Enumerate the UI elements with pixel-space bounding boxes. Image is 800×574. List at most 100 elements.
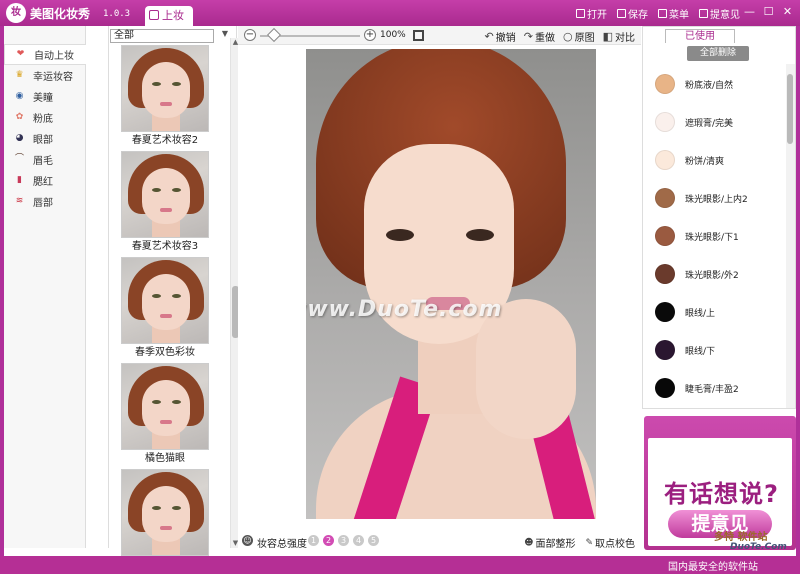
template-label: 春夏艺术妆容3 <box>131 241 199 252</box>
bottom-bar: ☺ 妆容总强度 12345 ☻ 面部整形 ✎ 取点校色 <box>238 532 641 551</box>
template-label: 春季双色彩妆 <box>135 347 195 358</box>
used-item[interactable]: 粉底液/自然 <box>643 65 783 103</box>
used-item-label: 珠光眼影/上内2 <box>685 194 748 205</box>
zoom-slider-handle[interactable] <box>266 27 282 43</box>
category-item[interactable]: ❤ 自动上妆 <box>4 44 86 65</box>
original-label: 原图 <box>574 33 595 44</box>
used-item[interactable]: 睫毛膏/丰盈2 <box>643 369 783 407</box>
crown-icon: ♛ <box>15 70 24 80</box>
color-swatch <box>655 112 675 132</box>
compare-button[interactable]: ◧ 对比 <box>603 29 635 44</box>
used-item-label: 珠光眼影/下1 <box>685 232 739 243</box>
zoom-out-button[interactable]: − <box>244 29 256 41</box>
banner-headline: 有话想说? <box>664 480 779 508</box>
intensity-level-button[interactable]: 4 <box>353 535 364 546</box>
intensity-level-button[interactable]: 5 <box>368 535 379 546</box>
intensity-label: 妆容总强度 <box>257 539 307 550</box>
menu-folder-open-button[interactable]: 打开 <box>576 6 607 21</box>
scrollbar-thumb[interactable] <box>787 74 793 144</box>
intensity-level-button[interactable]: 3 <box>338 535 349 546</box>
status-bar: 国内最安全的软件站 <box>0 556 800 574</box>
eyebrow-icon: ⌒ <box>14 154 24 164</box>
intensity-level-button[interactable]: 1 <box>308 535 319 546</box>
used-item-label: 粉饼/清爽 <box>685 156 725 167</box>
face-icon: ☺ <box>242 535 253 546</box>
original-button[interactable]: ○ 原图 <box>563 29 595 44</box>
face-shape-button[interactable]: ☻ 面部整形 <box>524 535 575 551</box>
minimize-button[interactable]: — <box>743 5 756 18</box>
menu-menu-button[interactable]: 菜单 <box>658 6 689 21</box>
category-item[interactable]: ≋ 唇部 <box>4 191 85 212</box>
view-toolbar: − + 100% ↶ 撤销 ↷ 重做 ○ 原图 ◧ 对比 <box>238 26 641 45</box>
used-item[interactable]: 粉饼/清爽 <box>643 141 783 179</box>
menu-feedback-button[interactable]: 提意见 <box>699 6 740 21</box>
top-menu: 打开 保存 菜单 提意见 <box>576 6 740 21</box>
compare-label: 对比 <box>615 33 635 44</box>
photo-eye-left <box>386 229 414 241</box>
image-view: − + 100% ↶ 撤销 ↷ 重做 ○ 原图 ◧ 对比 www.DuoTe.c… <box>238 26 641 551</box>
category-item[interactable]: ✿ 粉底 <box>4 107 85 128</box>
menu-label: 打开 <box>587 10 607 21</box>
category-label: 幸运妆容 <box>33 72 73 83</box>
eyedropper-icon: ✎ <box>585 537 593 548</box>
used-item-label: 粉底液/自然 <box>685 80 734 91</box>
lips-icon: ≋ <box>15 196 24 206</box>
tab-makeup[interactable]: 上妆 <box>145 6 193 26</box>
color-swatch <box>655 302 675 322</box>
category-label: 粉底 <box>33 114 53 125</box>
category-label: 眼部 <box>33 135 53 146</box>
template-card[interactable]: 春季双色彩妆 <box>119 257 211 363</box>
image-watermark: www.DuoTe.com <box>306 297 503 322</box>
category-item[interactable]: ▮ 腮红 <box>4 170 85 191</box>
template-thumbnail <box>121 151 209 238</box>
category-item[interactable]: ◕ 眼部 <box>4 128 85 149</box>
feedback-banner[interactable]: 有话想说? 提意见 多特 软件站 DuoTe.Com <box>644 416 796 550</box>
template-label: 春夏艺术妆容2 <box>131 135 199 146</box>
category-item[interactable]: ♛ 幸运妆容 <box>4 65 85 86</box>
color-swatch <box>655 340 675 360</box>
category-item[interactable]: ◉ 美瞳 <box>4 86 85 107</box>
photo-canvas[interactable]: www.DuoTe.com <box>306 49 596 519</box>
template-card[interactable]: 春夏艺术妆容2 <box>119 45 211 151</box>
template-card[interactable]: 春夏艺术妆容3 <box>119 151 211 257</box>
category-sidebar: ❤ 自动上妆 ♛ 幸运妆容 ◉ 美瞳 ✿ 粉底 ◕ 眼部 ⌒ 眉毛 ▮ 腮红 ≋ 唇部 <box>4 26 86 548</box>
app-window: 妆 美图化妆秀 1.0.3 上妆 打开 保存 菜单 提意见 — ☐ ✕ ❤ 自动上妆 ♛ 幸… <box>0 0 800 574</box>
intensity-level-button[interactable]: 2 <box>323 535 334 546</box>
status-watermark: 国内最安全的软件站 <box>668 562 758 573</box>
category-label: 腮红 <box>33 177 53 188</box>
window-controls: — ☐ ✕ <box>743 5 794 18</box>
redo-button[interactable]: ↷ 重做 <box>524 29 555 44</box>
photo-eye-right <box>466 229 494 241</box>
used-item[interactable]: 珠光眼影/外2 <box>643 255 783 293</box>
used-item[interactable]: 珠光眼影/下1 <box>643 217 783 255</box>
menu-icon <box>658 9 667 18</box>
used-item[interactable]: 眼线/上 <box>643 293 783 331</box>
used-item[interactable]: 眼线/下 <box>643 331 783 369</box>
used-item[interactable]: 珠光眼影/上内2 <box>643 179 783 217</box>
template-filter-select[interactable]: 全部 <box>110 29 214 43</box>
fit-screen-icon[interactable] <box>413 30 424 41</box>
undo-button[interactable]: ↶ 撤销 <box>485 29 516 44</box>
used-scrollbar[interactable] <box>786 64 795 408</box>
used-list: 粉底液/自然 遮瑕膏/完美 粉饼/清爽 珠光眼影/上内2 珠光眼影/下1 珠光眼影/外2 眼… <box>643 65 783 407</box>
color-pick-button[interactable]: ✎ 取点校色 <box>585 535 635 551</box>
category-label: 眉毛 <box>33 156 53 167</box>
makeup-tab-icon <box>149 10 159 20</box>
category-item[interactable]: ⌒ 眉毛 <box>4 149 85 170</box>
redo-icon: ↷ <box>523 30 533 43</box>
zoom-in-button[interactable]: + <box>364 29 376 41</box>
template-label: 橘色猫眼 <box>145 453 185 464</box>
template-thumbnail <box>121 45 209 132</box>
used-item-label: 遮瑕膏/完美 <box>685 118 734 129</box>
clear-all-button[interactable]: 全部删除 <box>687 46 749 61</box>
menu-save-button[interactable]: 保存 <box>617 6 648 21</box>
menu-label: 菜单 <box>669 10 689 21</box>
close-button[interactable]: ✕ <box>781 5 794 18</box>
template-card[interactable]: 橘色猫眼 <box>119 363 211 469</box>
mask-icon: ☻ <box>524 537 534 548</box>
color-swatch <box>655 188 675 208</box>
used-item[interactable]: 遮瑕膏/完美 <box>643 103 783 141</box>
color-swatch <box>655 378 675 398</box>
maximize-button[interactable]: ☐ <box>762 5 775 18</box>
tab-used[interactable]: 已使用 <box>665 29 735 43</box>
